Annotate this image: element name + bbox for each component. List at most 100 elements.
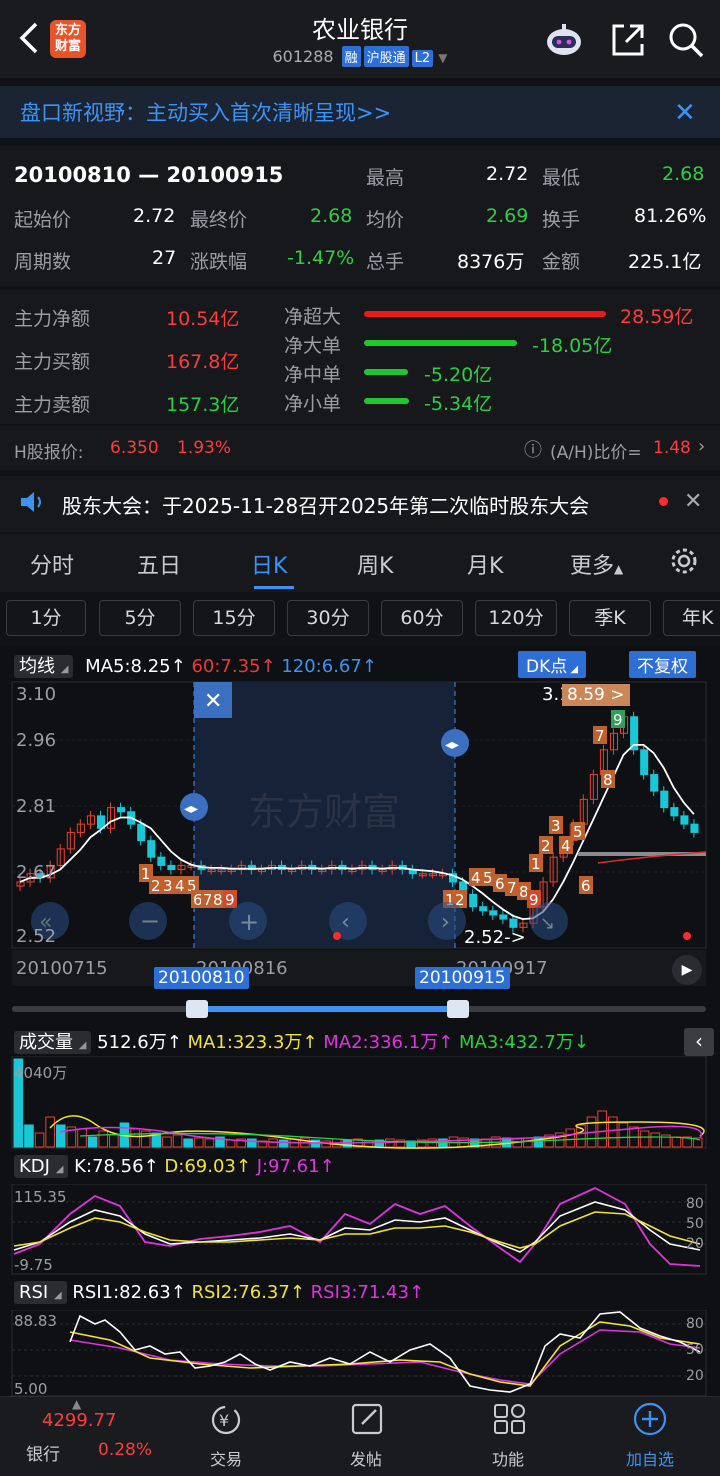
dk-count-label: 4 bbox=[175, 877, 185, 895]
rsi-chart[interactable] bbox=[0, 1310, 720, 1396]
range-close-icon: ✕ bbox=[204, 689, 222, 714]
tab-daily-k[interactable]: 日K bbox=[251, 548, 287, 580]
period-5min[interactable]: 5分 bbox=[99, 600, 181, 636]
dk-count-label: 8 bbox=[213, 891, 223, 909]
dropdown-icon[interactable]: ▼ bbox=[438, 51, 447, 65]
rsi-select[interactable]: RSI ◢ bbox=[14, 1281, 67, 1304]
vol-ma3: MA3:432.7万 bbox=[458, 1032, 574, 1053]
rsi1-arrow-icon: ↑ bbox=[170, 1282, 186, 1303]
candle-body bbox=[650, 774, 659, 792]
stat-label-close: 最终价 bbox=[190, 209, 248, 231]
period-120min[interactable]: 120分 bbox=[475, 600, 557, 636]
notice-close-icon[interactable]: ✕ bbox=[684, 489, 702, 514]
hshare-price: 6.350 bbox=[110, 438, 159, 458]
period-quarter-k[interactable]: 季K bbox=[569, 600, 651, 636]
dk-point-button[interactable]: DK点 ◢ bbox=[518, 651, 587, 678]
index-change[interactable]: 0.28% bbox=[98, 1440, 152, 1460]
candle-body bbox=[147, 840, 156, 858]
dk-count-label: 5 bbox=[573, 823, 583, 841]
candle-body bbox=[489, 910, 498, 916]
candle-body bbox=[680, 815, 689, 825]
dk-count-label: 4 bbox=[471, 869, 481, 887]
period-1min[interactable]: 1分 bbox=[6, 600, 86, 636]
unread-dot bbox=[659, 497, 668, 506]
play-icon[interactable]: ▶ bbox=[672, 955, 702, 985]
volume-legend: 成交量 ◢ 512.6万↑ MA1:323.3万↑ MA2:336.1万↑ MA… bbox=[14, 1028, 589, 1054]
rsi-dropdown-icon: ◢ bbox=[53, 1290, 62, 1301]
kline-chart[interactable]: 东方财富 12 3 4 56 7 8 9 1 24 5 6 7 8 9123456789 ✕ ◂▸ ◂▸ … bbox=[0, 680, 720, 950]
dk-count-label: 2 bbox=[151, 877, 161, 895]
indicator-select-label: 均线 bbox=[19, 656, 55, 677]
search-icon[interactable] bbox=[666, 20, 706, 60]
nav-functions[interactable]: 功能 bbox=[458, 1446, 558, 1470]
volume-arrow-icon: ↑ bbox=[166, 1032, 182, 1053]
period-30min[interactable]: 30分 bbox=[287, 600, 369, 636]
dk-count-label: 3 bbox=[551, 817, 561, 835]
indicator-select[interactable]: 均线 ◢ bbox=[14, 655, 74, 678]
stat-label-periods: 周期数 bbox=[14, 251, 72, 273]
tab-more-label: 更多 bbox=[570, 554, 615, 579]
active-tab-indicator bbox=[254, 586, 294, 589]
tab-more[interactable]: 更多▲ bbox=[570, 548, 623, 580]
volume-bar bbox=[24, 1124, 34, 1148]
kdj-select[interactable]: KDJ ◢ bbox=[14, 1155, 69, 1178]
tab-five-day[interactable]: 五日 bbox=[137, 548, 181, 580]
settings-gear-icon[interactable] bbox=[668, 545, 700, 577]
rsi-tick: 50 bbox=[686, 1342, 704, 1358]
close-icon[interactable]: ✕ bbox=[674, 98, 696, 128]
adjust-button[interactable]: 不复权 bbox=[629, 651, 696, 678]
ma5-value: MA5:8.25 bbox=[85, 656, 171, 677]
date-start: 20100715 bbox=[16, 958, 108, 979]
period-15min[interactable]: 15分 bbox=[193, 600, 275, 636]
index-value[interactable]: 4299.77 bbox=[42, 1410, 116, 1431]
volume-chart[interactable] bbox=[0, 1056, 720, 1150]
high-dk-tag[interactable]: 8.59 > bbox=[562, 684, 630, 706]
nav-add-watchlist[interactable]: 加自选 bbox=[600, 1446, 700, 1470]
tab-intraday[interactable]: 分时 bbox=[30, 548, 74, 580]
index-name[interactable]: 银行 bbox=[26, 1440, 60, 1465]
ma120-arrow-icon: ↑ bbox=[361, 656, 377, 677]
nav-trade[interactable]: 交易 bbox=[176, 1446, 276, 1470]
trade-icon[interactable]: ¥ bbox=[206, 1402, 246, 1438]
kdj-top-label: 115.35 bbox=[14, 1188, 67, 1206]
volume-max-label: 4040万 bbox=[14, 1064, 68, 1082]
candle-body bbox=[137, 823, 146, 842]
ma60-arrow-icon: ↑ bbox=[260, 656, 276, 677]
kdj-chart[interactable] bbox=[0, 1184, 720, 1276]
flow-label-small: 净小单 bbox=[284, 393, 342, 415]
dk-count-label: 2 bbox=[541, 837, 551, 855]
share-icon[interactable] bbox=[608, 20, 648, 60]
stat-label-amount: 金额 bbox=[542, 251, 581, 273]
chevron-right-icon[interactable]: › bbox=[698, 436, 705, 457]
volume-select[interactable]: 成交量 ◢ bbox=[14, 1031, 92, 1054]
handle-arrows-icon: ◂▸ bbox=[184, 801, 198, 817]
collapse-panel-icon[interactable]: ‹ bbox=[684, 1028, 714, 1056]
robot-assistant-icon[interactable] bbox=[544, 20, 584, 60]
volume-bar bbox=[247, 1138, 257, 1148]
period-60min[interactable]: 60分 bbox=[381, 600, 463, 636]
dk-count-label: 6 bbox=[581, 877, 591, 895]
notice-text[interactable]: 股东大会：于2025-11-28召开2025年第二次临时股东大会 bbox=[62, 490, 589, 519]
period-year-k[interactable]: 年K bbox=[663, 600, 720, 636]
nav-post[interactable]: 发帖 bbox=[316, 1446, 416, 1470]
rsi-top-label: 88.83 bbox=[14, 1312, 57, 1330]
kdj-j: J:97.61 bbox=[256, 1156, 320, 1177]
indicator-dropdown-icon: ◢ bbox=[60, 664, 69, 675]
dk-count-label: 9 bbox=[613, 711, 623, 729]
connect-tag: 沪股通 bbox=[363, 46, 409, 67]
functions-icon[interactable] bbox=[490, 1400, 530, 1438]
tab-monthly-k[interactable]: 月K bbox=[467, 548, 503, 580]
add-watchlist-icon[interactable] bbox=[630, 1400, 670, 1438]
dk-point-label: DK点 bbox=[526, 657, 568, 677]
help-icon[interactable]: ⓘ bbox=[524, 436, 542, 462]
post-icon[interactable] bbox=[348, 1400, 388, 1438]
minus-icon: − bbox=[140, 907, 160, 935]
slider-left-thumb[interactable] bbox=[186, 1000, 208, 1018]
tab-weekly-k[interactable]: 周K bbox=[357, 548, 393, 580]
promo-banner-text[interactable]: 盘口新视野：主动买入首次清晰呈现>> bbox=[20, 97, 391, 127]
slider-right-thumb[interactable] bbox=[447, 1000, 469, 1018]
flow-value-super: 28.59亿 bbox=[620, 306, 694, 328]
volume-select-label: 成交量 bbox=[19, 1032, 73, 1053]
dk-count-label: 7 bbox=[595, 727, 605, 745]
stat-label-change: 涨跌幅 bbox=[190, 251, 248, 273]
